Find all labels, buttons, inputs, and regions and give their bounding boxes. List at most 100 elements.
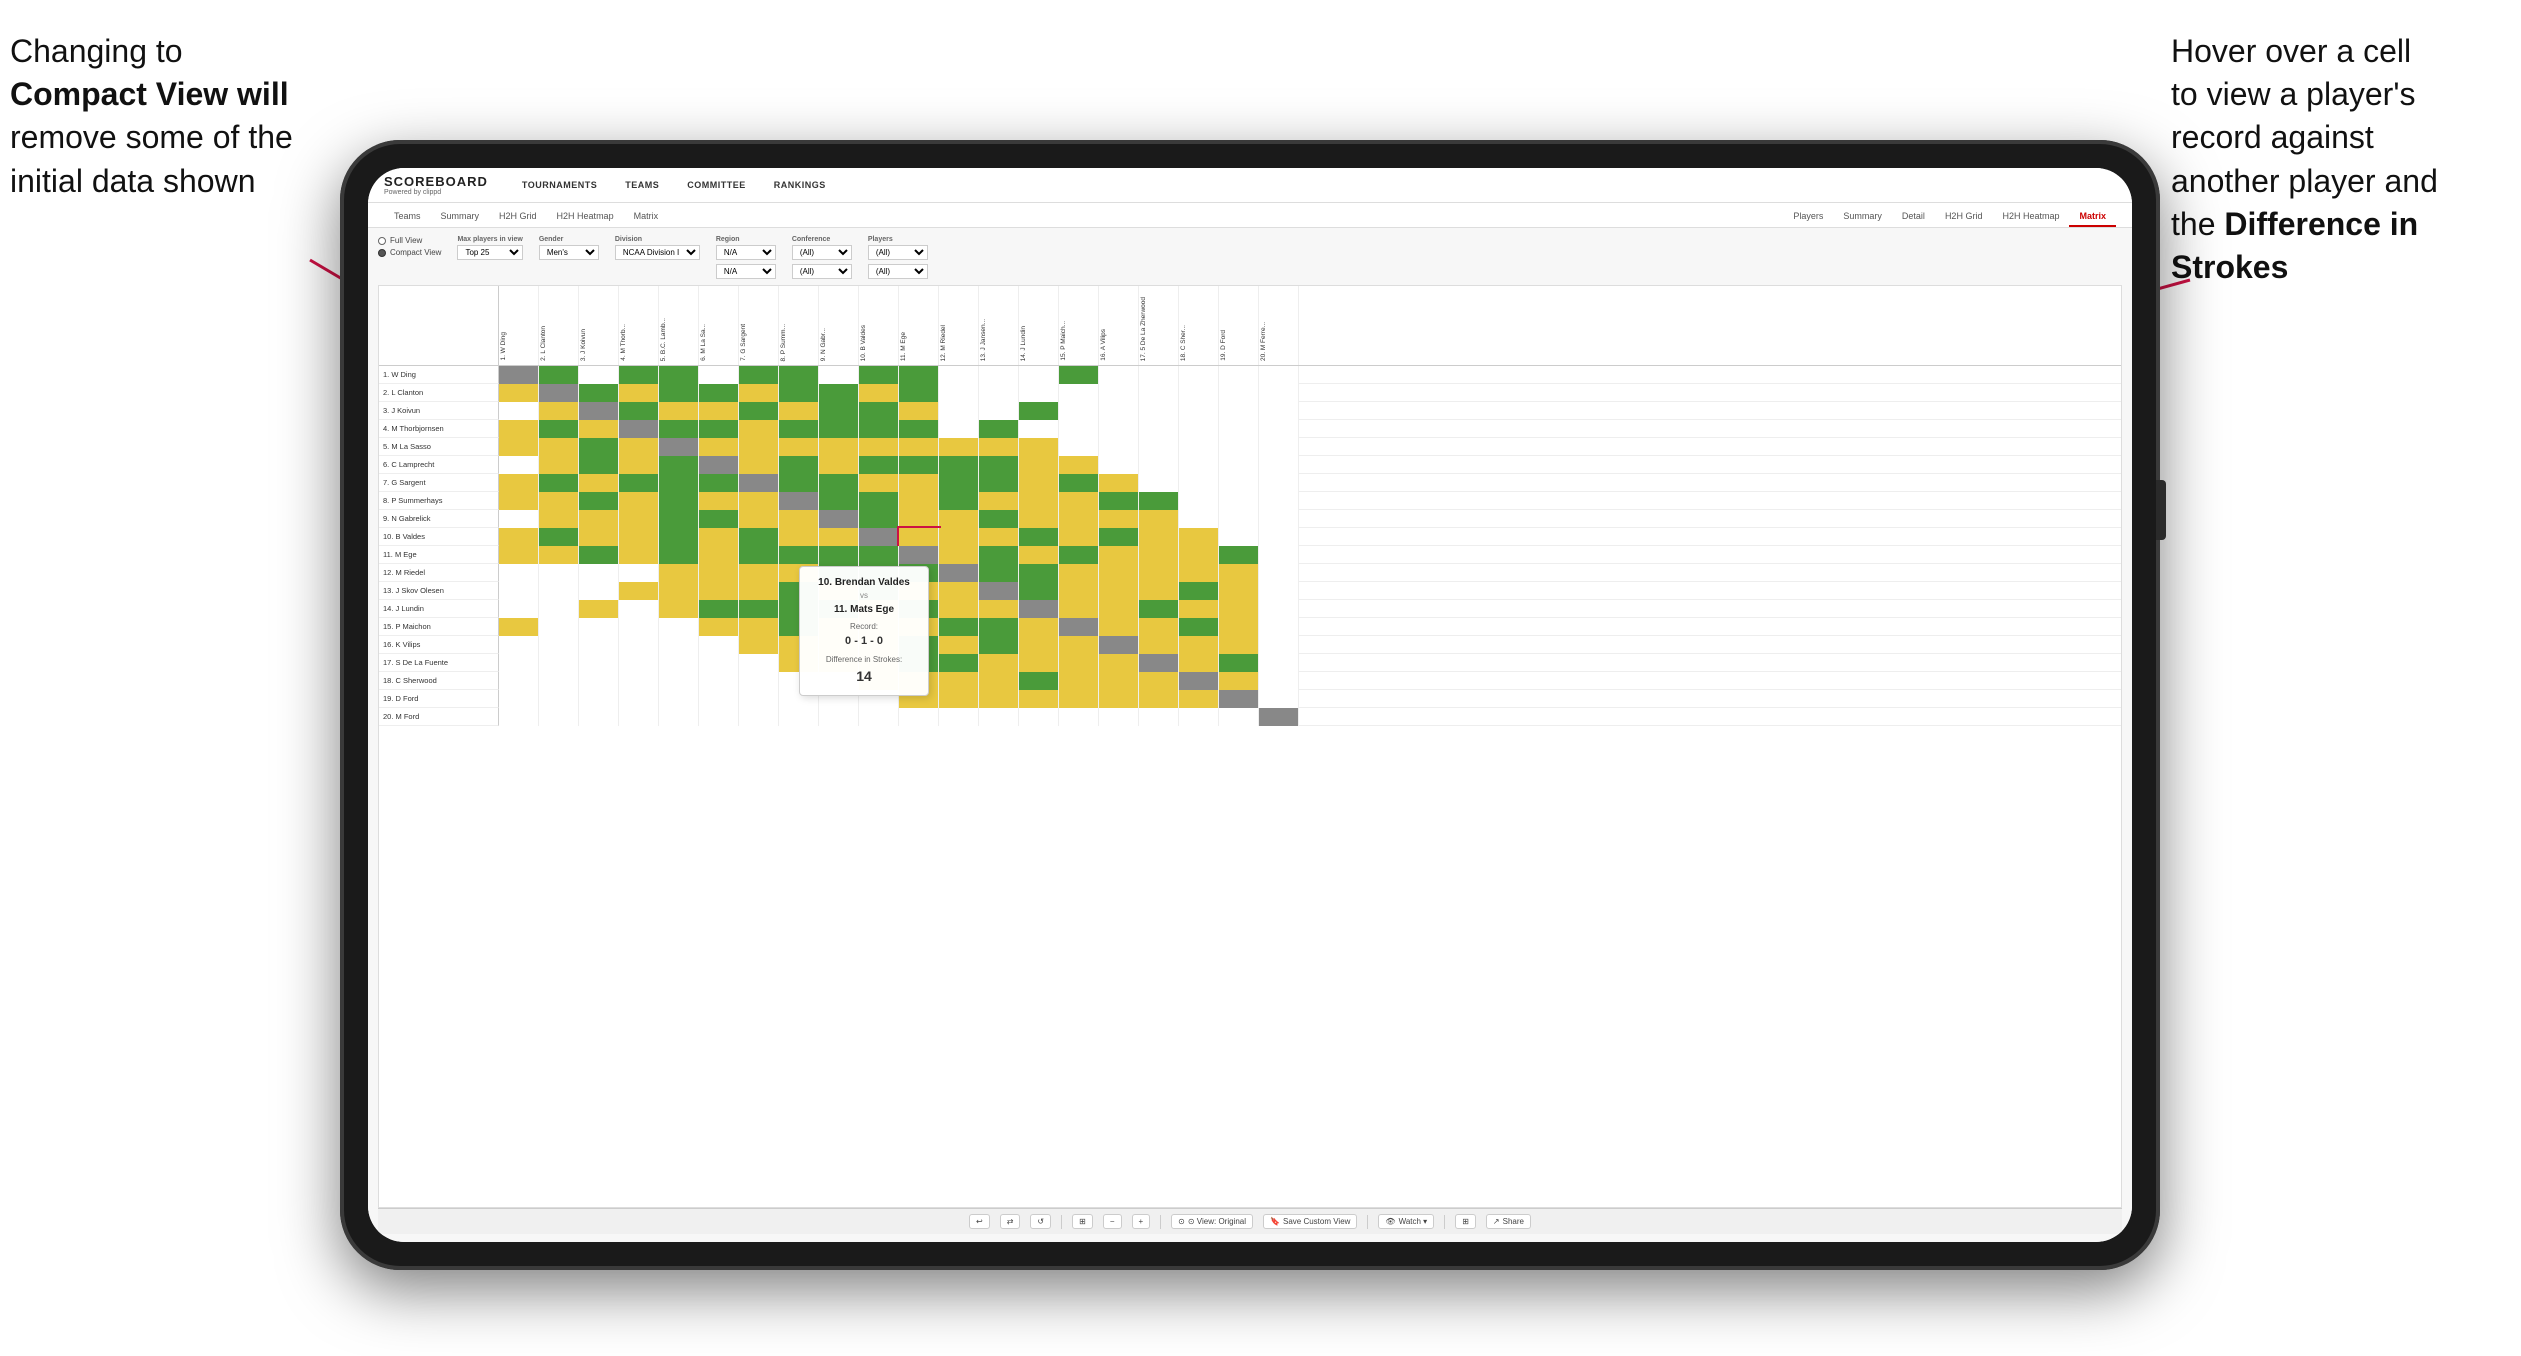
cell-17-11[interactable] — [939, 672, 979, 690]
cell-11-16[interactable] — [1139, 564, 1179, 582]
cell-13-17[interactable] — [1179, 600, 1219, 618]
cell-8-6[interactable] — [739, 510, 779, 528]
cell-8-4[interactable] — [659, 510, 699, 528]
cell-15-2[interactable] — [579, 636, 619, 654]
cell-13-14[interactable] — [1059, 600, 1099, 618]
tab-h2h-grid-right[interactable]: H2H Grid — [1935, 207, 1993, 227]
cell-16-17[interactable] — [1179, 654, 1219, 672]
cell-2-12[interactable] — [979, 402, 1019, 420]
cell-3-7[interactable] — [779, 420, 819, 438]
cell-6-8[interactable] — [819, 474, 859, 492]
cell-1-13[interactable] — [1019, 384, 1059, 402]
cell-8-13[interactable] — [1019, 510, 1059, 528]
redo-button[interactable]: ↺ — [1030, 1214, 1051, 1229]
tab-summary-right[interactable]: Summary — [1833, 207, 1892, 227]
cell-5-10[interactable] — [899, 456, 939, 474]
cell-0-8[interactable] — [819, 366, 859, 384]
cell-7-9[interactable] — [859, 492, 899, 510]
cell-14-1[interactable] — [539, 618, 579, 636]
cell-12-0[interactable] — [499, 582, 539, 600]
cell-15-14[interactable] — [1059, 636, 1099, 654]
cell-3-12[interactable] — [979, 420, 1019, 438]
cell-17-13[interactable] — [1019, 672, 1059, 690]
cell-3-4[interactable] — [659, 420, 699, 438]
cell-3-16[interactable] — [1139, 420, 1179, 438]
cell-3-1[interactable] — [539, 420, 579, 438]
cell-15-3[interactable] — [619, 636, 659, 654]
cell-0-15[interactable] — [1099, 366, 1139, 384]
cell-8-12[interactable] — [979, 510, 1019, 528]
cell-6-17[interactable] — [1179, 474, 1219, 492]
cell-18-2[interactable] — [579, 690, 619, 708]
filter-conference-select-1[interactable]: (All) — [792, 245, 852, 260]
cell-17-1[interactable] — [539, 672, 579, 690]
cell-7-19[interactable] — [1259, 492, 1299, 510]
cell-13-16[interactable] — [1139, 600, 1179, 618]
cell-10-4[interactable] — [659, 546, 699, 564]
cell-6-2[interactable] — [579, 474, 619, 492]
cell-19-18[interactable] — [1219, 708, 1259, 726]
cell-8-17[interactable] — [1179, 510, 1219, 528]
cell-15-6[interactable] — [739, 636, 779, 654]
cell-4-12[interactable] — [979, 438, 1019, 456]
cell-13-5[interactable] — [699, 600, 739, 618]
cell-19-8[interactable] — [819, 708, 859, 726]
cell-11-6[interactable] — [739, 564, 779, 582]
cell-7-17[interactable] — [1179, 492, 1219, 510]
cell-6-6[interactable] — [739, 474, 779, 492]
cell-12-19[interactable] — [1259, 582, 1299, 600]
nav-teams[interactable]: TEAMS — [621, 178, 663, 192]
cell-10-16[interactable] — [1139, 546, 1179, 564]
cell-13-3[interactable] — [619, 600, 659, 618]
cell-17-4[interactable] — [659, 672, 699, 690]
cell-2-9[interactable] — [859, 402, 899, 420]
cell-19-17[interactable] — [1179, 708, 1219, 726]
cell-3-14[interactable] — [1059, 420, 1099, 438]
cell-10-7[interactable] — [779, 546, 819, 564]
cell-7-10[interactable] — [899, 492, 939, 510]
cell-4-8[interactable] — [819, 438, 859, 456]
cell-14-12[interactable] — [979, 618, 1019, 636]
cell-1-2[interactable] — [579, 384, 619, 402]
cell-13-2[interactable] — [579, 600, 619, 618]
cell-6-9[interactable] — [859, 474, 899, 492]
cell-0-5[interactable] — [699, 366, 739, 384]
cell-9-4[interactable] — [659, 528, 699, 546]
cell-16-1[interactable] — [539, 654, 579, 672]
cell-3-15[interactable] — [1099, 420, 1139, 438]
cell-18-19[interactable] — [1259, 690, 1299, 708]
cell-9-9[interactable] — [859, 528, 899, 546]
cell-10-0[interactable] — [499, 546, 539, 564]
cell-6-4[interactable] — [659, 474, 699, 492]
cell-6-3[interactable] — [619, 474, 659, 492]
tab-teams[interactable]: Teams — [384, 207, 431, 227]
radio-full-view[interactable]: Full View — [378, 236, 441, 245]
cell-17-6[interactable] — [739, 672, 779, 690]
cell-16-14[interactable] — [1059, 654, 1099, 672]
cell-13-6[interactable] — [739, 600, 779, 618]
cell-5-15[interactable] — [1099, 456, 1139, 474]
cell-4-0[interactable] — [499, 438, 539, 456]
cell-17-14[interactable] — [1059, 672, 1099, 690]
tab-h2h-heatmap[interactable]: H2H Heatmap — [547, 207, 624, 227]
cell-11-1[interactable] — [539, 564, 579, 582]
cell-9-6[interactable] — [739, 528, 779, 546]
cell-5-7[interactable] — [779, 456, 819, 474]
cell-3-6[interactable] — [739, 420, 779, 438]
cell-19-3[interactable] — [619, 708, 659, 726]
tab-matrix-left[interactable]: Matrix — [624, 207, 669, 227]
cell-7-18[interactable] — [1219, 492, 1259, 510]
cell-4-7[interactable] — [779, 438, 819, 456]
cell-3-11[interactable] — [939, 420, 979, 438]
cell-1-7[interactable] — [779, 384, 819, 402]
cell-9-0[interactable] — [499, 528, 539, 546]
cell-6-13[interactable] — [1019, 474, 1059, 492]
cell-4-1[interactable] — [539, 438, 579, 456]
cell-7-4[interactable] — [659, 492, 699, 510]
cell-1-8[interactable] — [819, 384, 859, 402]
cell-0-11[interactable] — [939, 366, 979, 384]
cell-19-1[interactable] — [539, 708, 579, 726]
cell-6-1[interactable] — [539, 474, 579, 492]
cell-7-3[interactable] — [619, 492, 659, 510]
cell-8-0[interactable] — [499, 510, 539, 528]
